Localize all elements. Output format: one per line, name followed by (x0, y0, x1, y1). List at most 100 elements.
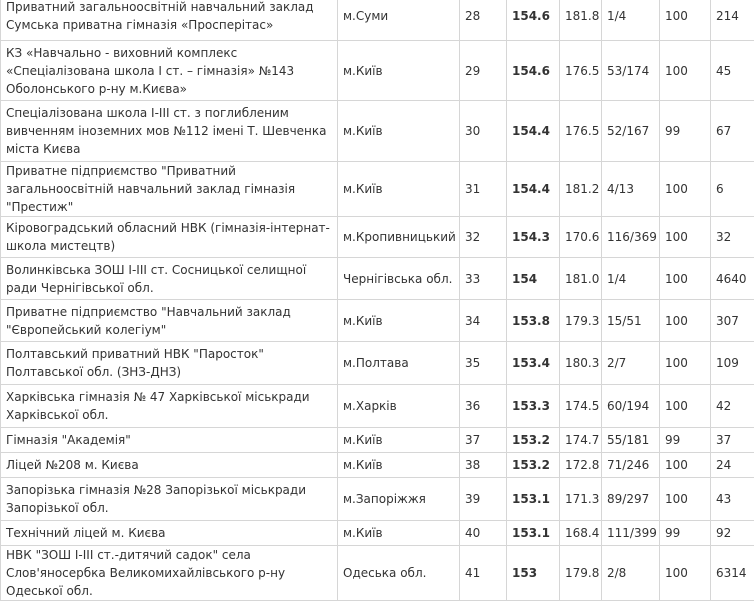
table-row: Приватне підприємство "Навчальний заклад… (1, 300, 754, 342)
score-cell: 154 (507, 258, 560, 300)
percent-cell: 100 (660, 300, 711, 342)
score-cell: 154.4 (507, 101, 560, 162)
count-cell: 214 (711, 0, 754, 41)
score-cell: 153.4 (507, 342, 560, 385)
count-cell: 43 (711, 478, 754, 521)
city-cell: м.Суми (338, 0, 460, 41)
percent-cell: 100 (660, 342, 711, 385)
ratio-cell: 89/297 (602, 478, 660, 521)
average-cell: 179.8 (560, 546, 602, 601)
average-cell: 174.5 (560, 385, 602, 428)
average-cell: 181.8 (560, 0, 602, 41)
percent-cell: 99 (660, 521, 711, 546)
table-row: Технічний ліцей м. Києва м.Київ 40 153.1… (1, 521, 754, 546)
average-cell: 172.8 (560, 453, 602, 478)
table-body: Приватний загальноосвітній навчальний за… (1, 0, 754, 601)
ratio-cell: 15/51 (602, 300, 660, 342)
city-cell: м.Київ (338, 453, 460, 478)
score-cell: 154.6 (507, 41, 560, 101)
school-name-cell: НВК "ЗОШ І-ІІІ ст.-дитячий садок" села С… (1, 546, 338, 601)
score-cell: 153.3 (507, 385, 560, 428)
city-cell: м.Запоріжжя (338, 478, 460, 521)
average-cell: 181.0 (560, 258, 602, 300)
ratio-cell: 71/246 (602, 453, 660, 478)
count-cell: 45 (711, 41, 754, 101)
ratio-cell: 55/181 (602, 428, 660, 453)
table-row: Запорізька гімназія №28 Запорізької місь… (1, 478, 754, 521)
city-cell: м.Київ (338, 300, 460, 342)
count-cell: 6314 (711, 546, 754, 601)
rank-cell: 33 (460, 258, 507, 300)
score-cell: 153.1 (507, 478, 560, 521)
school-name-cell: Гімназія "Академія" (1, 428, 338, 453)
count-cell: 67 (711, 101, 754, 162)
table-row: Приватний загальноосвітній навчальний за… (1, 0, 754, 41)
rank-cell: 41 (460, 546, 507, 601)
table-row: Харківська гімназія № 47 Харківської міс… (1, 385, 754, 428)
city-cell: м.Київ (338, 162, 460, 217)
city-cell: м.Кропивницький (338, 217, 460, 258)
table-row: Приватне підприємство "Приватний загальн… (1, 162, 754, 217)
rank-cell: 28 (460, 0, 507, 41)
school-name-cell: Харківська гімназія № 47 Харківської міс… (1, 385, 338, 428)
school-name-cell: Приватне підприємство "Приватний загальн… (1, 162, 338, 217)
count-cell: 307 (711, 300, 754, 342)
average-cell: 181.2 (560, 162, 602, 217)
rank-cell: 40 (460, 521, 507, 546)
table-row: КЗ «Навчально - виховний комплекс «Спеці… (1, 41, 754, 101)
ratio-cell: 1/4 (602, 0, 660, 41)
average-cell: 176.5 (560, 101, 602, 162)
percent-cell: 100 (660, 453, 711, 478)
table-row: Гімназія "Академія" м.Київ 37 153.2 174.… (1, 428, 754, 453)
count-cell: 109 (711, 342, 754, 385)
city-cell: м.Київ (338, 101, 460, 162)
score-cell: 154.4 (507, 162, 560, 217)
percent-cell: 99 (660, 428, 711, 453)
school-name-cell: Волинківська ЗОШ І-ІІІ ст. Сосницької се… (1, 258, 338, 300)
rank-cell: 38 (460, 453, 507, 478)
average-cell: 168.4 (560, 521, 602, 546)
rank-cell: 29 (460, 41, 507, 101)
score-cell: 154.3 (507, 217, 560, 258)
ratio-cell: 4/13 (602, 162, 660, 217)
table-row: Кіровоградський обласний НВК (гімназія-і… (1, 217, 754, 258)
table-row: Волинківська ЗОШ І-ІІІ ст. Сосницької се… (1, 258, 754, 300)
count-cell: 92 (711, 521, 754, 546)
school-name-cell: Полтавський приватний НВК "Паросток" Пол… (1, 342, 338, 385)
score-cell: 153.1 (507, 521, 560, 546)
city-cell: м.Київ (338, 428, 460, 453)
count-cell: 4640 (711, 258, 754, 300)
school-name-cell: Спеціалізована школа І-ІІІ ст. з поглибл… (1, 101, 338, 162)
score-cell: 153 (507, 546, 560, 601)
ratio-cell: 2/7 (602, 342, 660, 385)
city-cell: Чернігівська обл. (338, 258, 460, 300)
score-cell: 153.2 (507, 428, 560, 453)
count-cell: 37 (711, 428, 754, 453)
percent-cell: 100 (660, 258, 711, 300)
school-name-cell: Запорізька гімназія №28 Запорізької місь… (1, 478, 338, 521)
city-cell: м.Полтава (338, 342, 460, 385)
ratio-cell: 116/369 (602, 217, 660, 258)
percent-cell: 100 (660, 41, 711, 101)
school-rating-table: Приватний загальноосвітній навчальний за… (0, 0, 754, 601)
school-name-cell: Ліцей №208 м. Києва (1, 453, 338, 478)
table-row: НВК "ЗОШ І-ІІІ ст.-дитячий садок" села С… (1, 546, 754, 601)
ratio-cell: 60/194 (602, 385, 660, 428)
ratio-cell: 2/8 (602, 546, 660, 601)
percent-cell: 100 (660, 0, 711, 41)
count-cell: 24 (711, 453, 754, 478)
percent-cell: 100 (660, 478, 711, 521)
city-cell: м.Харків (338, 385, 460, 428)
percent-cell: 100 (660, 162, 711, 217)
school-name-cell: КЗ «Навчально - виховний комплекс «Спеці… (1, 41, 338, 101)
percent-cell: 100 (660, 546, 711, 601)
count-cell: 32 (711, 217, 754, 258)
rank-cell: 37 (460, 428, 507, 453)
percent-cell: 100 (660, 385, 711, 428)
rank-cell: 36 (460, 385, 507, 428)
score-cell: 153.2 (507, 453, 560, 478)
rank-cell: 32 (460, 217, 507, 258)
average-cell: 176.5 (560, 41, 602, 101)
average-cell: 174.7 (560, 428, 602, 453)
rank-cell: 39 (460, 478, 507, 521)
